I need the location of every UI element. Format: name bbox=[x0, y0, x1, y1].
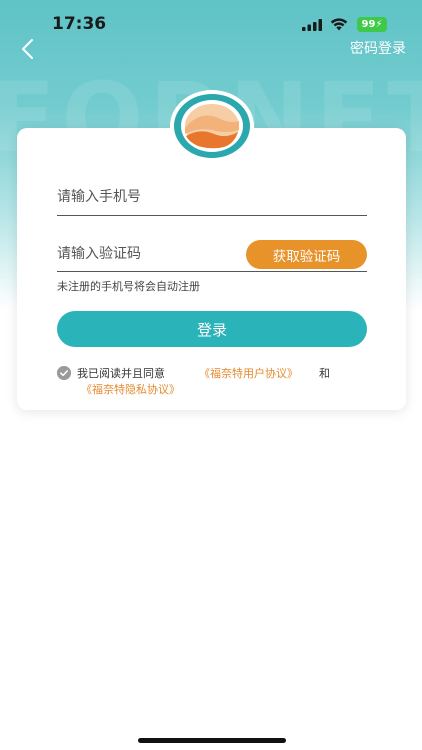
agree-checkbox-icon[interactable] bbox=[57, 366, 71, 380]
phone-field bbox=[57, 183, 367, 216]
login-button[interactable]: 登录 bbox=[57, 311, 367, 347]
password-login-link[interactable]: 密码登录 bbox=[350, 38, 406, 58]
status-time: 17:36 bbox=[52, 14, 107, 34]
auto-register-hint: 未注册的手机号将会自动注册 bbox=[57, 280, 200, 293]
agreement-and: 和 bbox=[319, 367, 330, 380]
chevron-left-icon[interactable] bbox=[16, 36, 42, 62]
charging-bolt-icon: ⚡ bbox=[375, 19, 383, 30]
user-agreement-link[interactable]: 《福奈特用户协议》 bbox=[199, 365, 298, 381]
code-input[interactable] bbox=[57, 240, 237, 268]
cellular-signal-icon bbox=[302, 19, 322, 31]
battery-indicator: 99⚡ bbox=[357, 17, 387, 32]
code-field: 获取验证码 bbox=[57, 238, 367, 272]
battery-level: 99 bbox=[361, 19, 376, 30]
wifi-icon bbox=[330, 18, 348, 31]
get-code-button[interactable]: 获取验证码 bbox=[246, 240, 367, 269]
phone-input[interactable] bbox=[57, 183, 367, 211]
login-card: 获取验证码 未注册的手机号将会自动注册 登录 我已阅读并且同意 《福奈特用户协议… bbox=[17, 128, 406, 410]
agreement-prefix: 我已阅读并且同意 bbox=[77, 367, 165, 380]
app-logo bbox=[170, 90, 254, 162]
home-indicator bbox=[138, 738, 286, 743]
privacy-agreement-link[interactable]: 《福奈特隐私协议》 bbox=[81, 381, 180, 397]
